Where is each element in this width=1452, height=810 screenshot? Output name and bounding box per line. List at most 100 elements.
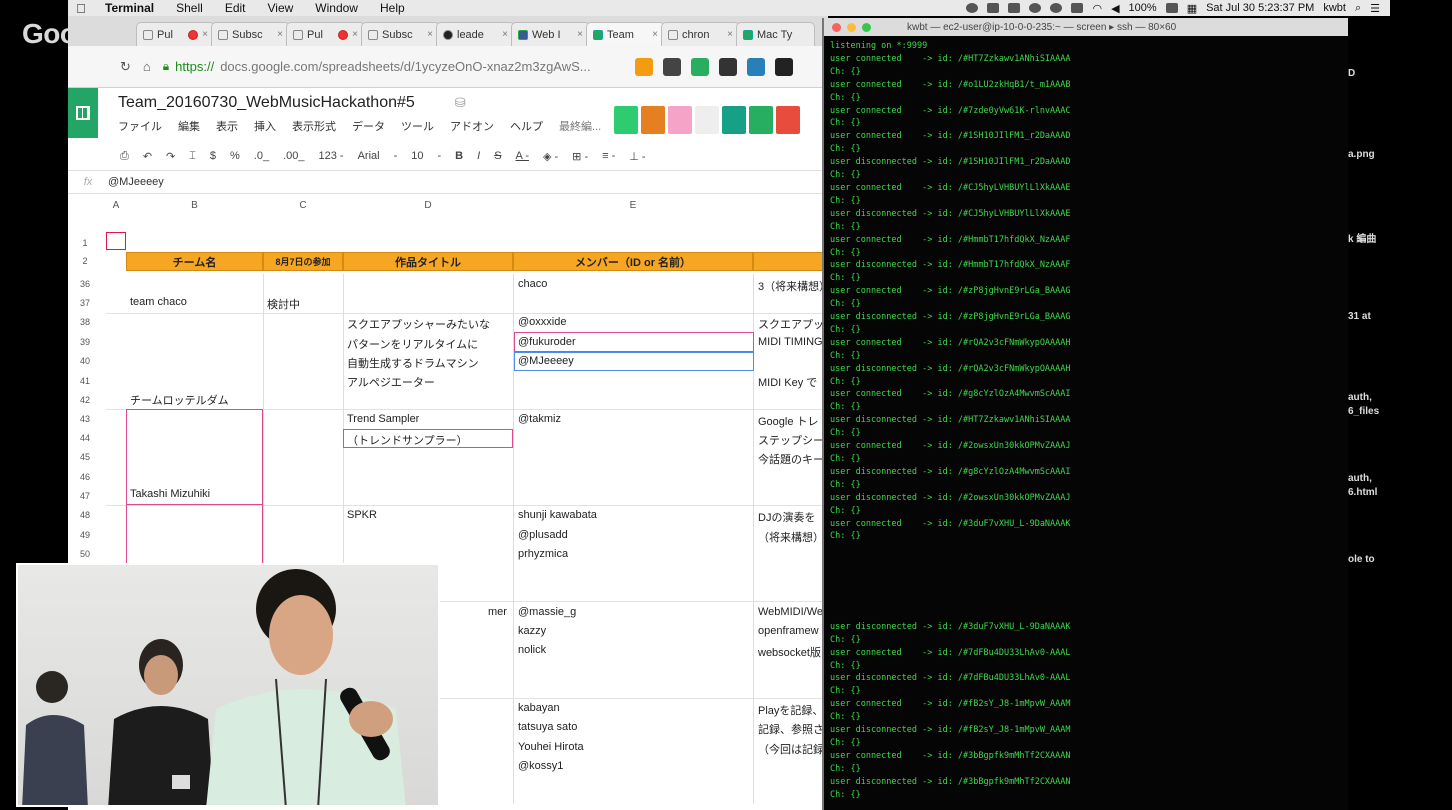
browser-tab[interactable]: Web I × — [511, 22, 590, 46]
description-cell[interactable]: 3（将来構想） — [758, 278, 828, 294]
desktop-file-label[interactable]: 6_files — [1348, 406, 1379, 417]
terminal-output[interactable]: listening on *:9999 user connected -> id:… — [824, 36, 1348, 810]
currency-button[interactable]: $ — [210, 150, 216, 162]
header-work-title[interactable]: 作品タイトル — [343, 252, 513, 271]
close-button[interactable] — [832, 22, 841, 32]
avatar[interactable] — [776, 106, 800, 134]
row-number[interactable]: 46 — [68, 472, 102, 482]
battery-level[interactable]: 100% — [1129, 2, 1157, 14]
member-cell[interactable]: nolick — [518, 644, 546, 656]
column-header-e[interactable]: E — [513, 196, 753, 214]
bluetooth-icon[interactable] — [1071, 3, 1084, 13]
sheets-logo-icon[interactable] — [68, 88, 98, 138]
row-number[interactable]: 48 — [68, 510, 102, 520]
menu-edit[interactable]: 編集 — [178, 118, 200, 134]
menu-view[interactable]: 表示 — [216, 118, 238, 134]
close-icon[interactable]: × — [427, 29, 433, 40]
description-cell[interactable]: Playを記録、 — [758, 702, 823, 718]
selected-cell[interactable] — [106, 232, 126, 250]
desktop-file-label[interactable]: k 編曲 — [1348, 230, 1376, 245]
avatar[interactable] — [749, 106, 773, 134]
document-title[interactable]: Team_20160730_WebMusicHackathon#5 ⛁ — [118, 94, 466, 112]
member-cell[interactable]: kazzy — [518, 625, 546, 637]
terminal-titlebar[interactable]: kwbt — ec2-user@ip-10-0-0-235:~ — screen… — [824, 18, 1348, 36]
member-cell[interactable]: @plusadd — [518, 529, 568, 541]
desktop-file-label[interactable]: ole to — [1348, 554, 1375, 565]
header-description[interactable] — [753, 252, 828, 271]
member-cell[interactable]: Youhei Hirota — [518, 741, 584, 753]
close-icon[interactable]: × — [502, 29, 508, 40]
menu-edit[interactable]: Edit — [214, 0, 257, 16]
formula-value[interactable]: @MJeeeey — [108, 176, 164, 188]
text-color-button[interactable]: A - — [516, 150, 529, 162]
header-members[interactable]: メンバー（ID or 名前） — [513, 252, 753, 271]
participation-cell[interactable]: 検討中 — [267, 296, 300, 312]
description-cell[interactable]: ステップシー — [758, 432, 824, 448]
member-cell[interactable]: tatsuya sato — [518, 721, 577, 733]
row-number[interactable]: 40 — [68, 356, 102, 366]
row-number[interactable]: 36 — [68, 279, 102, 289]
description-cell[interactable]: MIDI TIMING — [758, 336, 823, 348]
menu-view[interactable]: View — [257, 0, 305, 16]
last-edit[interactable]: 最終編... — [559, 118, 601, 134]
avatar[interactable] — [695, 106, 719, 134]
percent-button[interactable]: % — [230, 150, 240, 162]
row-number[interactable]: 38 — [68, 317, 102, 327]
avatar[interactable] — [722, 106, 746, 134]
row-number[interactable]: 41 — [68, 376, 102, 386]
row-number[interactable]: 2 — [68, 256, 102, 266]
browser-tab[interactable]: chron × — [661, 22, 740, 46]
member-cell[interactable]: kabayan — [518, 702, 560, 714]
clock[interactable]: Sat Jul 30 5:23:37 PM — [1206, 2, 1314, 14]
member-cell[interactable]: shunji kawabata — [518, 509, 597, 521]
team-name-cell[interactable]: チームロッテルダム — [130, 392, 229, 408]
member-cell[interactable]: @kossy1 — [518, 760, 563, 772]
number-format-dropdown[interactable]: 123 - — [318, 150, 343, 162]
status-icon[interactable] — [966, 3, 979, 13]
member-cell[interactable]: prhyzmica — [518, 548, 568, 560]
browser-tab[interactable]: leade × — [436, 22, 515, 46]
title-cell[interactable]: 自動生成するドラムマシン — [347, 355, 479, 371]
desktop-file-label[interactable]: auth, — [1348, 473, 1372, 484]
avatar[interactable] — [641, 106, 665, 134]
menu-app-name[interactable]: Terminal — [94, 0, 165, 16]
menu-tools[interactable]: ツール — [401, 118, 434, 134]
row-number[interactable]: 1 — [68, 238, 102, 248]
column-header-c[interactable]: C — [263, 196, 343, 214]
fill-color-button[interactable]: ◈ - — [543, 150, 558, 163]
header-participation[interactable]: 8月7日の参加 — [263, 252, 343, 271]
flag-icon[interactable]: ▦ — [1187, 2, 1197, 15]
browser-tab[interactable]: Subsc × — [211, 22, 290, 46]
menu-format[interactable]: 表示形式 — [292, 118, 336, 134]
row-number[interactable]: 39 — [68, 337, 102, 347]
title-cell[interactable]: スクエアプッシャーみたいな — [347, 316, 490, 332]
increase-decimal-button[interactable]: .00_ — [283, 150, 304, 162]
font-dropdown-arrow[interactable]: - — [394, 150, 398, 162]
description-cell[interactable]: websocket版 — [758, 644, 821, 660]
italic-button[interactable]: I — [477, 150, 480, 162]
valign-button[interactable]: ⊥ - — [629, 150, 645, 163]
menu-data[interactable]: データ — [352, 118, 385, 134]
borders-button[interactable]: ⊞ - — [572, 150, 588, 163]
redo-icon[interactable]: ↷ — [166, 150, 175, 163]
terminal-window[interactable]: kwbt — ec2-user@ip-10-0-0-235:~ — screen… — [822, 18, 1348, 810]
description-cell[interactable]: MIDI Key で — [758, 374, 817, 390]
print-icon[interactable]: ⎙ — [120, 150, 129, 163]
font-dropdown[interactable]: Arial — [358, 150, 380, 162]
desktop-file-label[interactable]: auth, — [1348, 392, 1372, 403]
apple-icon[interactable]:  — [68, 1, 94, 16]
extension-icon[interactable] — [718, 57, 737, 76]
extension-icon[interactable] — [746, 57, 765, 76]
menu-window[interactable]: Window — [304, 0, 369, 16]
title-cell[interactable]: アルペジエーター — [347, 374, 435, 390]
volume-icon[interactable]: ◀ — [1111, 2, 1119, 15]
title-cell[interactable]: パターンをリアルタイムに — [347, 336, 478, 352]
description-cell[interactable]: openframew — [758, 625, 819, 637]
row-number[interactable]: 47 — [68, 491, 102, 501]
description-cell[interactable]: （将来構想） — [758, 529, 824, 545]
desktop-file-label[interactable]: 6.html — [1348, 487, 1377, 498]
title-cell[interactable]: Trend Sampler — [347, 413, 419, 425]
close-icon[interactable]: × — [577, 29, 583, 40]
member-cell[interactable]: @oxxxide — [518, 316, 566, 328]
menu-insert[interactable]: 挿入 — [254, 118, 276, 134]
